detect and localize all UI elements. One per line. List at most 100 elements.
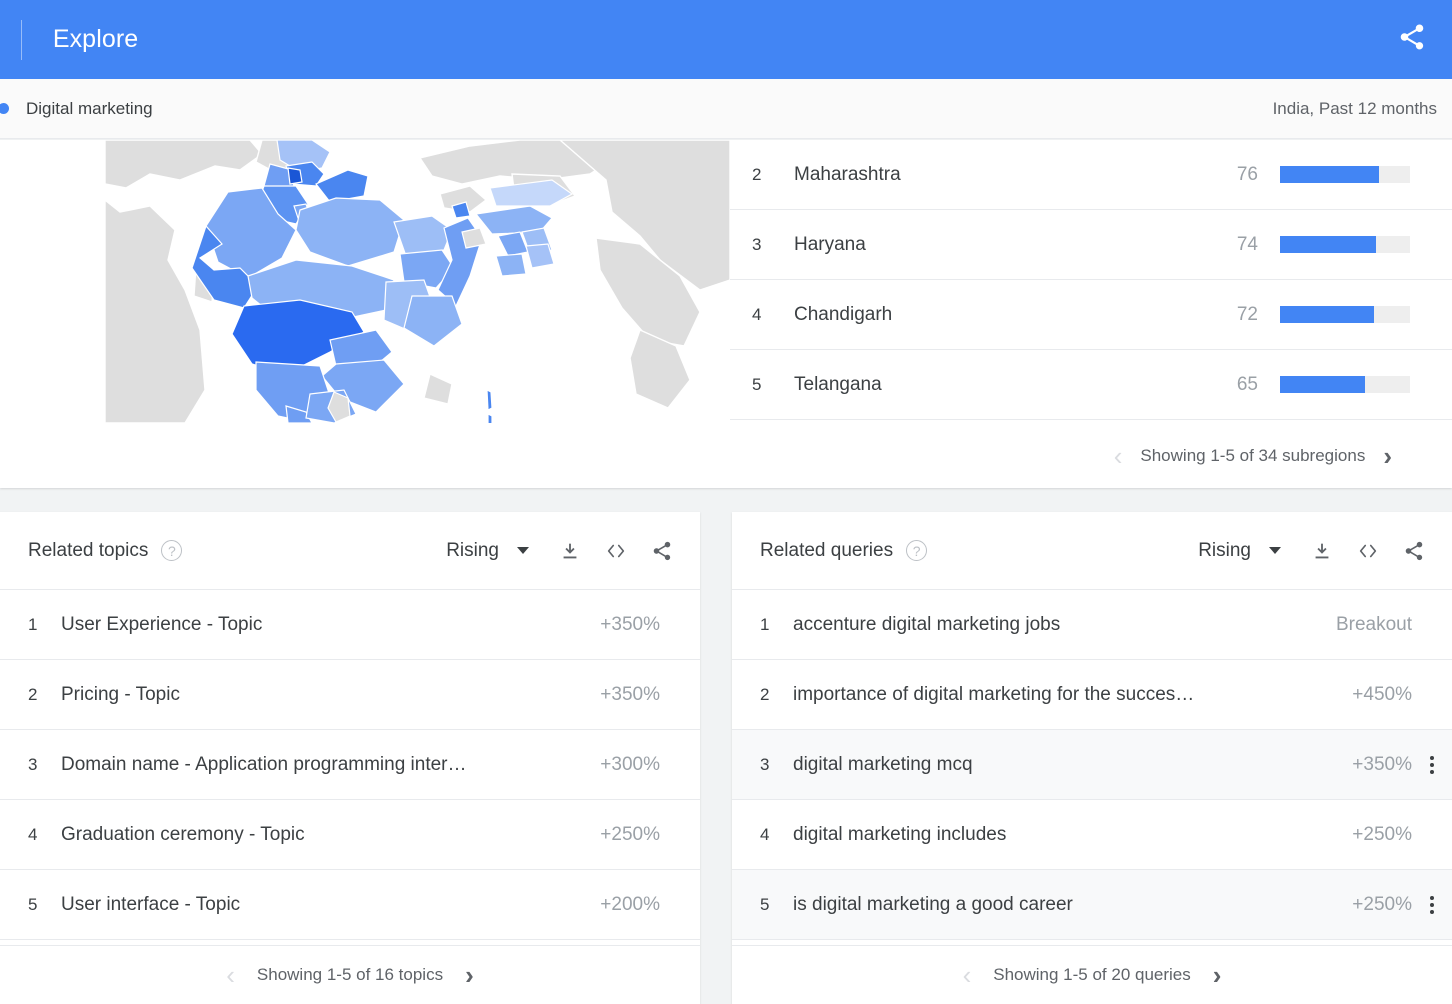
item-value: +250%	[600, 823, 660, 845]
page-title: Explore	[52, 25, 139, 53]
subregion-value: 72	[1236, 303, 1258, 325]
list-item[interactable]: 2 Pricing - Topic +350%	[0, 660, 700, 730]
search-term-label[interactable]: Digital marketing	[26, 99, 153, 119]
item-value: Breakout	[1335, 613, 1412, 635]
chevron-right-icon[interactable]: ›	[1383, 443, 1392, 469]
queries-sort-label: Rising	[1198, 539, 1251, 561]
item-value: +350%	[600, 613, 660, 635]
item-label: importance of digital marketing for the …	[793, 683, 1195, 705]
chevron-left-icon[interactable]: ‹	[963, 962, 972, 988]
item-value: +350%	[1352, 753, 1412, 775]
choropleth-map[interactable]	[0, 140, 730, 423]
item-label: User Experience - Topic	[61, 613, 263, 635]
subregion-bar	[1280, 166, 1410, 183]
subregion-bar	[1280, 376, 1410, 393]
list-item[interactable]: 1 accenture digital marketing jobs Break…	[732, 590, 1452, 660]
item-value: +200%	[600, 893, 660, 915]
more-options-icon[interactable]	[1412, 755, 1452, 774]
share-icon	[1397, 22, 1427, 57]
download-icon[interactable]	[559, 540, 581, 562]
related-topics-card: Related topics ? Rising 1 User Experienc…	[0, 512, 700, 1004]
pager: ‹ Showing 1-5 of 16 topics ›	[226, 962, 474, 988]
help-circle-icon[interactable]: ?	[161, 540, 183, 561]
topics-sort-label: Rising	[446, 539, 499, 561]
related-topics-list: 1 User Experience - Topic +350% 2 Pricin…	[0, 590, 700, 945]
list-item[interactable]: 2 importance of digital marketing for th…	[732, 660, 1452, 730]
subregion-row[interactable]: 4 Chandigarh 72	[730, 280, 1452, 350]
item-label: Graduation ceremony - Topic	[61, 823, 305, 845]
help-circle-icon[interactable]: ?	[906, 540, 928, 561]
subregion-bar	[1280, 236, 1410, 253]
related-queries-card: Related queries ? Rising 1 accenture dig…	[732, 512, 1452, 1004]
item-value: +250%	[1352, 823, 1412, 845]
subregion-value: 76	[1236, 163, 1258, 185]
subregion-bar	[1280, 306, 1410, 323]
related-topics-pagination: ‹ Showing 1-5 of 16 topics ›	[0, 945, 700, 1004]
series-color-dot	[0, 103, 9, 114]
pagination-label: Showing 1-5 of 34 subregions	[1140, 445, 1366, 465]
bottom-panels: Related topics ? Rising 1 User Experienc…	[0, 512, 1452, 1004]
more-options-icon[interactable]	[1412, 895, 1452, 914]
pager: ‹ Showing 1-5 of 34 subregions ›	[1114, 443, 1392, 469]
related-topics-header: Related topics ? Rising	[0, 512, 700, 590]
topics-sort-select[interactable]: Rising	[446, 540, 529, 562]
download-icon[interactable]	[1311, 540, 1333, 562]
item-rank: 4	[760, 824, 770, 844]
pager: ‹ Showing 1-5 of 20 queries ›	[963, 962, 1222, 988]
share-icon[interactable]	[1403, 540, 1425, 562]
subregion-name: Haryana	[794, 233, 866, 255]
subregion-row[interactable]: 2 Maharashtra 76	[730, 140, 1452, 210]
subregion-name: Maharashtra	[794, 163, 901, 185]
item-value: +300%	[600, 753, 660, 775]
list-item[interactable]: 4 digital marketing includes +250%	[732, 800, 1452, 870]
brand-logo[interactable]: ds	[0, 25, 17, 54]
item-rank: 2	[28, 684, 38, 704]
subregion-rank: 2	[752, 164, 762, 184]
list-item[interactable]: 4 Graduation ceremony - Topic +250%	[0, 800, 700, 870]
subregion-row[interactable]: 5 Telangana 65	[730, 350, 1452, 420]
subregion-name: Telangana	[794, 373, 882, 395]
map-svg	[0, 140, 730, 423]
list-item[interactable]: 5 is digital marketing a good career +25…	[732, 870, 1452, 940]
list-item[interactable]: 3 Domain name - Application programming …	[0, 730, 700, 800]
item-value: +350%	[600, 683, 660, 705]
app-bar: ds Explore	[0, 0, 1452, 79]
embed-code-icon[interactable]	[1356, 540, 1380, 562]
list-item[interactable]: 3 digital marketing mcq +350%	[732, 730, 1452, 800]
list-item[interactable]: 1 User Experience - Topic +350%	[0, 590, 700, 660]
item-rank: 2	[760, 684, 770, 704]
queries-sort-select[interactable]: Rising	[1198, 540, 1281, 562]
item-rank: 3	[760, 754, 770, 774]
subregion-row[interactable]: 3 Haryana 74	[730, 210, 1452, 280]
share-icon[interactable]	[651, 540, 673, 562]
item-rank: 3	[28, 754, 38, 774]
item-label: digital marketing mcq	[793, 753, 973, 775]
share-button[interactable]	[1397, 22, 1427, 57]
chevron-left-icon[interactable]: ‹	[1114, 443, 1123, 469]
item-label: is digital marketing a good career	[793, 893, 1073, 915]
embed-code-icon[interactable]	[604, 540, 628, 562]
item-label: Domain name - Application programming in…	[61, 753, 467, 775]
chevron-right-icon[interactable]: ›	[1213, 962, 1222, 988]
item-rank: 4	[28, 824, 38, 844]
pagination-label: Showing 1-5 of 20 queries	[993, 965, 1191, 984]
region-time-label: India, Past 12 months	[1272, 98, 1437, 118]
item-rank: 5	[760, 894, 770, 914]
item-rank: 1	[28, 614, 38, 634]
subregion-value: 74	[1236, 233, 1258, 255]
panel-gap	[700, 512, 732, 1004]
queries-header-actions	[1311, 540, 1425, 562]
subregion-rank: 4	[752, 304, 762, 324]
related-queries-pagination: ‹ Showing 1-5 of 20 queries ›	[732, 945, 1452, 1004]
related-queries-title: Related queries	[760, 539, 894, 561]
item-rank: 5	[28, 894, 38, 914]
subregion-rank: 3	[752, 234, 762, 254]
chevron-left-icon[interactable]: ‹	[226, 962, 235, 988]
item-rank: 1	[760, 614, 770, 634]
chevron-right-icon[interactable]: ›	[465, 962, 474, 988]
related-queries-list: 1 accenture digital marketing jobs Break…	[732, 590, 1452, 945]
list-item[interactable]: 5 User interface - Topic +200%	[0, 870, 700, 940]
query-bar: Digital marketing India, Past 12 months	[0, 79, 1452, 139]
subregion-pagination: ‹ Showing 1-5 of 34 subregions ›	[0, 423, 1452, 488]
interest-by-subregion-card: 2 Maharashtra 76 3 Haryana 74 4 Chandiga…	[0, 140, 1452, 488]
